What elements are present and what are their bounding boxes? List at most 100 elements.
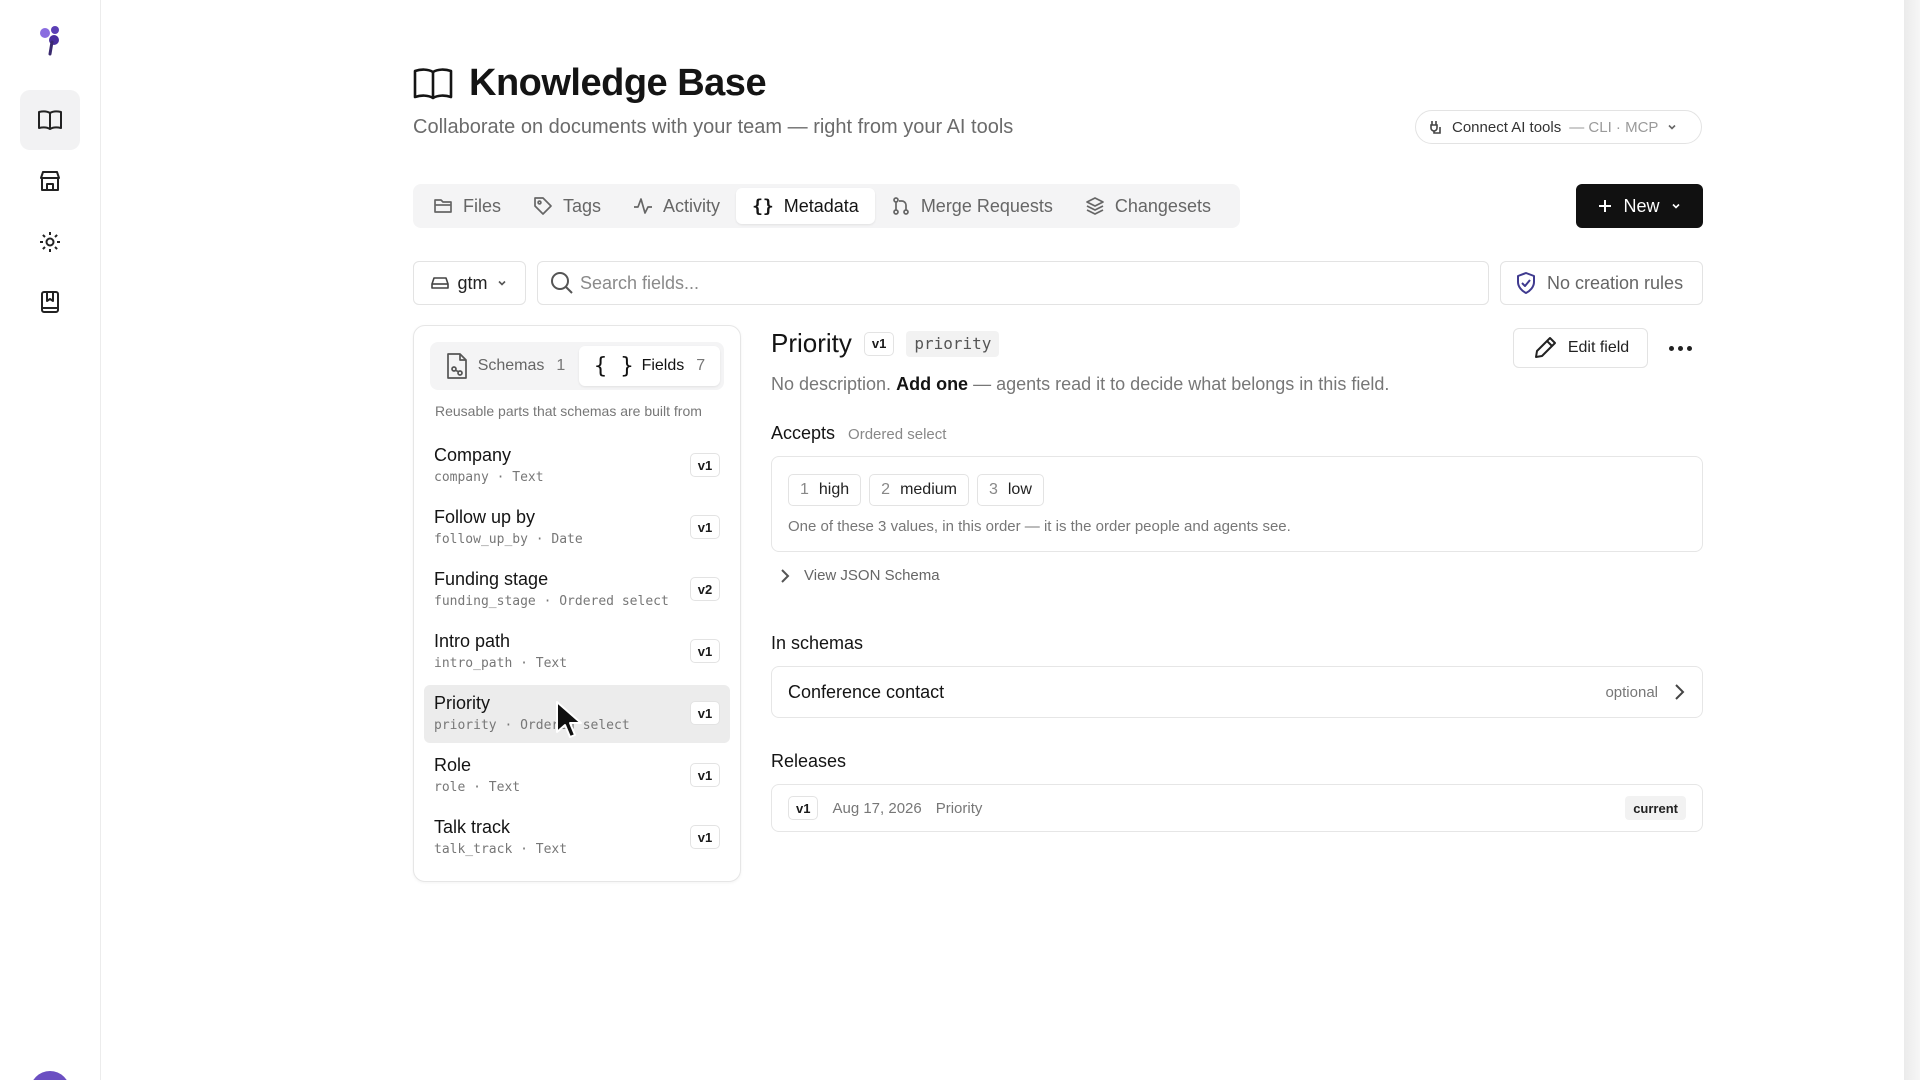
new-button[interactable]: New [1576, 184, 1703, 228]
chevron-right-icon [1675, 684, 1685, 700]
pencil-icon [1534, 337, 1556, 358]
rail-knowledge-base-button[interactable] [20, 90, 80, 150]
option-index: 3 [988, 481, 998, 498]
schema-status: optional [1605, 683, 1658, 701]
version-badge: v2 [690, 577, 720, 601]
dot [1677, 345, 1683, 351]
tab-merge-requests[interactable]: Merge Requests [875, 188, 1069, 224]
segment-schemas[interactable]: Schemas 1 [434, 346, 575, 386]
field-meta: follow_up_by · Date [434, 532, 583, 547]
scrollbar-thumb[interactable] [1904, 0, 1920, 1080]
tab-activity-label: Activity [663, 195, 721, 216]
version-badge: v1 [690, 825, 720, 849]
chevron-right-icon [781, 568, 790, 583]
option-label: high [818, 481, 850, 498]
field-meta: company · Text [434, 470, 544, 485]
release-version-badge: v1 [788, 796, 819, 820]
workspace-select[interactable]: gtm [413, 261, 526, 305]
field-meta: funding_stage · Ordered select [434, 594, 669, 609]
list-item[interactable]: Follow up by follow_up_by · Date v1 [424, 499, 730, 557]
accepts-type: Ordered select [848, 426, 947, 443]
merge-icon [892, 197, 909, 215]
layers-icon [1086, 197, 1104, 215]
tab-tags[interactable]: Tags [517, 188, 617, 224]
schema-row[interactable]: Conference contact optional [771, 666, 1703, 718]
avatar[interactable] [30, 1071, 70, 1080]
list-item[interactable]: Funding stage funding_stage · Ordered se… [424, 561, 730, 619]
connect-ai-tools-button[interactable]: Connect AI tools — CLI · MCP [1415, 110, 1702, 144]
page-subtitle: Collaborate on documents with your team … [413, 116, 1014, 138]
rail-saved-button[interactable] [20, 272, 80, 332]
view-json-schema-label: View JSON Schema [804, 567, 940, 584]
dot [1686, 345, 1692, 351]
bookmark-book-icon [41, 291, 59, 313]
list-item[interactable]: Role role · Text v1 [424, 747, 730, 805]
plus-icon [1599, 200, 1612, 212]
tab-changesets[interactable]: Changesets [1069, 188, 1227, 224]
plug-icon [1430, 121, 1441, 134]
search-input[interactable] [580, 272, 1460, 294]
options-hint: One of these 3 values, in this order — i… [788, 518, 1291, 535]
option-list: 1 high 2 medium 3 low [788, 474, 1044, 506]
book-icon [413, 67, 453, 99]
segment-schemas-label: Schemas [477, 357, 545, 374]
activity-icon [634, 198, 653, 214]
field-name: Funding stage [434, 569, 549, 589]
release-date: Aug 17, 2026 [832, 799, 922, 817]
option-chip: 3 low [976, 474, 1044, 506]
shield-check-icon [1517, 272, 1535, 294]
rail-store-button[interactable] [20, 151, 80, 211]
schema-file-icon [446, 353, 467, 379]
search-field[interactable] [537, 261, 1489, 305]
chevron-down-icon [1668, 124, 1676, 130]
release-name: Priority [935, 799, 983, 817]
mouse-cursor-icon [556, 701, 582, 738]
tab-files[interactable]: Files [417, 188, 517, 224]
option-index: 1 [800, 481, 809, 498]
tab-metadata[interactable]: {} Metadata [736, 188, 875, 224]
segment-fields[interactable]: { } Fields 7 [579, 346, 720, 386]
tag-icon [534, 197, 552, 215]
list-item[interactable]: Intro path intro_path · Text v1 [424, 623, 730, 681]
scrollbar-track[interactable] [1904, 0, 1920, 1080]
release-row: v1 Aug 17, 2026 Priority current [771, 784, 1703, 832]
creation-rules-button[interactable]: No creation rules [1500, 261, 1703, 305]
schemas-fields-toggle: Schemas 1 { } Fields 7 [430, 342, 724, 390]
version-badge: v1 [690, 453, 720, 477]
option-label: medium [900, 481, 957, 498]
drive-icon [431, 277, 450, 289]
version-badge: v1 [690, 515, 720, 539]
desc-suffix: — agents read it to decide what belongs … [973, 374, 1390, 394]
tab-merge-requests-label: Merge Requests [920, 195, 1053, 216]
add-description-link[interactable]: Add one [896, 374, 968, 394]
desc-prefix: No description. [771, 374, 892, 394]
page-header: Knowledge Base [413, 62, 767, 105]
list-item[interactable]: Talk track talk_track · Text v1 [424, 809, 730, 867]
folder-icon [434, 199, 452, 213]
chevron-down-icon [1671, 203, 1680, 209]
field-name: Follow up by [434, 507, 536, 527]
rail-settings-button[interactable] [20, 212, 80, 272]
list-item[interactable]: Company company · Text v1 [424, 437, 730, 495]
tab-files-label: Files [463, 195, 502, 216]
braces-icon: { } [593, 353, 634, 379]
option-label: low [1007, 481, 1032, 498]
field-description: No description. Add one — agents read it… [771, 374, 1389, 395]
view-json-schema-toggle[interactable]: View JSON Schema [778, 567, 940, 584]
more-options-button[interactable] [1665, 334, 1695, 362]
page-title: Knowledge Base [469, 62, 767, 104]
segment-schemas-count: 1 [556, 357, 566, 374]
field-name: Talk track [434, 817, 511, 837]
field-meta: intro_path · Text [434, 656, 568, 671]
fields-panel: Schemas 1 { } Fields 7 Reusable parts th… [413, 325, 741, 882]
tab-activity[interactable]: Activity [617, 188, 736, 224]
field-name: Intro path [434, 631, 511, 651]
field-name: Role [434, 755, 472, 775]
field-key: priority [906, 330, 1000, 357]
edit-field-button[interactable]: Edit field [1513, 328, 1648, 368]
tab-tags-label: Tags [563, 195, 602, 216]
dot [1668, 345, 1674, 351]
workspace-label: gtm [457, 272, 488, 293]
tab-changesets-label: Changesets [1114, 195, 1211, 216]
app-logo[interactable] [36, 24, 64, 56]
